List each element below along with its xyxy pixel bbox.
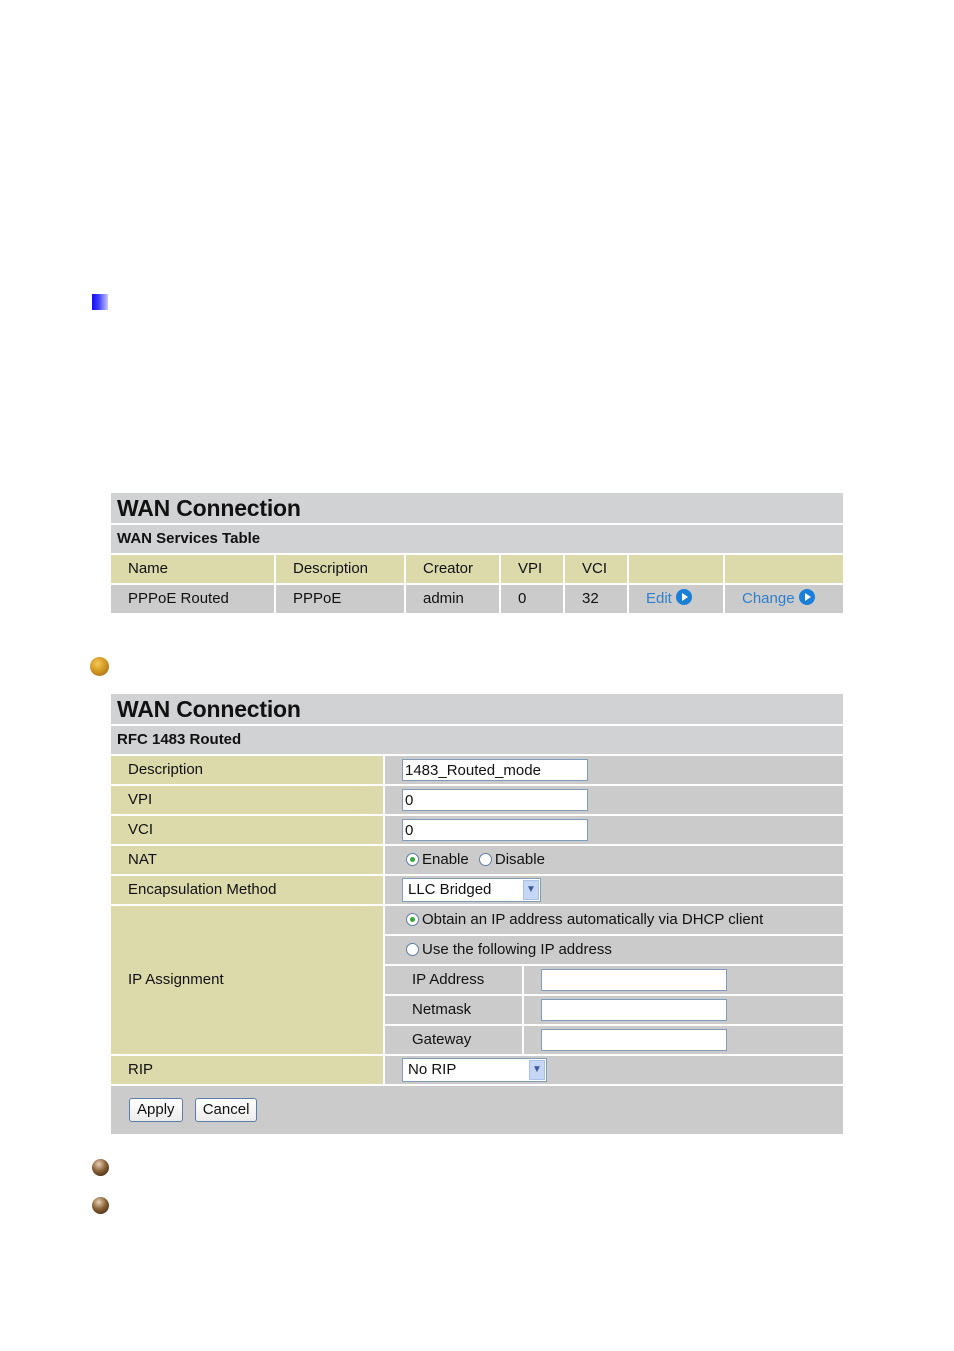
rip-label: RIP — [111, 1055, 385, 1086]
netmask-input[interactable] — [541, 999, 727, 1022]
panel-title: WAN Connection — [111, 694, 843, 724]
nat-disable-radio[interactable] — [478, 853, 492, 866]
row-vci: VCI 0 — [111, 815, 843, 846]
panel-subtitle: WAN Services Table — [111, 525, 843, 553]
encapsulation-value: LLC Bridged — [408, 881, 492, 899]
table-header-row: Name Description Creator VPI VCI — [111, 555, 843, 585]
cell-creator: admin — [405, 584, 501, 615]
row-ip-dhcp: IP Assignment Obtain an IP address autom… — [111, 905, 843, 1056]
nat-enable-label[interactable]: Enable — [422, 851, 469, 868]
col-description: Description — [275, 555, 406, 585]
description-label: Description — [111, 756, 385, 786]
col-edit — [628, 555, 725, 585]
col-creator: Creator — [405, 555, 501, 585]
row-description: Description 1483_Routed_mode — [111, 756, 843, 786]
vpi-label: VPI — [111, 785, 385, 816]
panel-subtitle: RFC 1483 Routed — [111, 726, 843, 754]
row-encapsulation: Encapsulation Method LLC Bridged ▼ — [111, 875, 843, 906]
netmask-label: Netmask — [384, 995, 524, 1026]
encapsulation-label: Encapsulation Method — [111, 875, 385, 906]
play-arrow-icon[interactable] — [798, 589, 815, 605]
chevron-down-icon[interactable]: ▼ — [523, 880, 539, 901]
ip-address-label: IP Address — [384, 965, 524, 996]
static-option-label[interactable]: Use the following IP address — [422, 941, 612, 958]
ip-address-input[interactable] — [541, 969, 727, 992]
gold-ball-bullet-icon — [90, 657, 109, 676]
cell-description: PPPoE — [275, 584, 406, 615]
wan-services-panel: WAN Connection WAN Services Table Name D… — [111, 493, 843, 615]
vci-label: VCI — [111, 815, 385, 846]
apply-button[interactable]: Apply — [129, 1098, 183, 1122]
cell-name: PPPoE Routed — [111, 584, 276, 615]
rip-value: No RIP — [408, 1061, 457, 1079]
static-ip-radio[interactable] — [406, 943, 419, 956]
gateway-label: Gateway — [384, 1025, 524, 1056]
nat-enable-radio[interactable] — [406, 853, 419, 866]
row-rip: RIP No RIP ▼ — [111, 1055, 843, 1086]
change-label[interactable]: Change — [742, 590, 795, 607]
bronze-ball-bullet-icon — [92, 1197, 109, 1214]
rip-select[interactable]: No RIP ▼ — [402, 1058, 547, 1083]
wan-services-table: Name Description Creator VPI VCI PPPoE R… — [111, 555, 843, 615]
ip-assignment-label: IP Assignment — [111, 905, 385, 1056]
row-nat: NAT Enable Disable — [111, 845, 843, 876]
vpi-input[interactable]: 0 — [402, 789, 588, 812]
edit-link[interactable]: Edit — [628, 584, 725, 615]
dhcp-option-label[interactable]: Obtain an IP address automatically via D… — [422, 911, 763, 928]
bronze-ball-bullet-icon — [92, 1159, 109, 1176]
encapsulation-select[interactable]: LLC Bridged ▼ — [402, 878, 541, 903]
wan-config-panel: WAN Connection RFC 1483 Routed Descripti… — [111, 694, 843, 1134]
dhcp-radio[interactable] — [406, 913, 419, 926]
table-row: PPPoE Routed PPPoE admin 0 32 Edit Chang… — [111, 584, 843, 615]
panel-title: WAN Connection — [111, 493, 843, 523]
row-actions: Apply Cancel — [111, 1085, 843, 1134]
change-link[interactable]: Change — [724, 584, 843, 615]
description-input[interactable]: 1483_Routed_mode — [402, 759, 588, 782]
cancel-button[interactable]: Cancel — [194, 1098, 258, 1122]
vci-input[interactable]: 0 — [402, 819, 588, 842]
chevron-down-icon[interactable]: ▼ — [529, 1060, 545, 1081]
section-marker-icon — [92, 294, 108, 310]
gateway-input[interactable] — [541, 1029, 727, 1052]
cell-vci: 32 — [564, 584, 629, 615]
col-vpi: VPI — [500, 555, 565, 585]
cell-vpi: 0 — [500, 584, 565, 615]
col-name: Name — [111, 555, 276, 585]
edit-label[interactable]: Edit — [646, 590, 672, 607]
row-vpi: VPI 0 — [111, 785, 843, 816]
play-arrow-icon[interactable] — [675, 589, 692, 605]
wan-config-form: Description 1483_Routed_mode VPI 0 VCI 0… — [111, 756, 843, 1134]
col-change — [724, 555, 843, 585]
nat-disable-label[interactable]: Disable — [495, 851, 545, 868]
col-vci: VCI — [564, 555, 629, 585]
nat-label: NAT — [111, 845, 385, 876]
